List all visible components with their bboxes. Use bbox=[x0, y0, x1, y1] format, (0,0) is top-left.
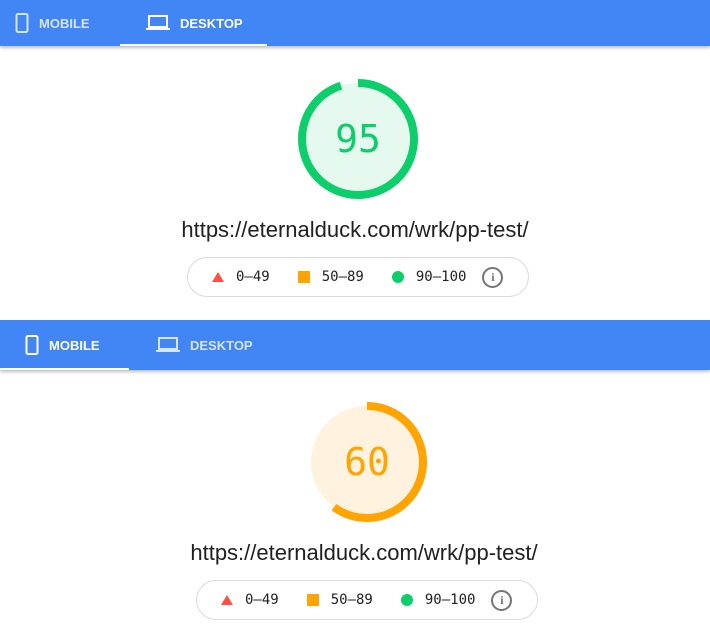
report-panel-desktop: MOBILE DESKTOP 95 https://eternalduck.co… bbox=[0, 0, 710, 320]
tab-mobile[interactable]: MOBILE bbox=[15, 0, 105, 46]
phone-icon bbox=[15, 13, 29, 33]
square-icon bbox=[306, 594, 319, 606]
legend-fail: 0–49 bbox=[221, 592, 279, 608]
legend-label: 50–89 bbox=[330, 592, 373, 608]
report-url: https://eternalduck.com/wrk/pp-test/ bbox=[181, 217, 529, 242]
legend-pass: 90–100 bbox=[400, 592, 476, 608]
circle-icon bbox=[400, 594, 413, 606]
legend-pass: 90–100 bbox=[391, 269, 467, 285]
score-legend: 0–49 50–89 90–100 i bbox=[187, 257, 529, 297]
phone-icon bbox=[25, 335, 39, 355]
score-legend: 0–49 50–89 90–100 i bbox=[196, 580, 538, 620]
tab-label: DESKTOP bbox=[180, 15, 243, 31]
score-gauge: 60 bbox=[305, 400, 429, 524]
tab-label: DESKTOP bbox=[190, 337, 253, 353]
legend-fail: 0–49 bbox=[212, 269, 270, 285]
device-tabs: MOBILE DESKTOP bbox=[0, 0, 710, 46]
report-url: https://eternalduck.com/wrk/pp-test/ bbox=[190, 540, 538, 565]
legend-label: 50–89 bbox=[321, 269, 364, 285]
square-icon bbox=[297, 271, 310, 283]
score-value: 95 bbox=[335, 117, 381, 161]
tab-desktop[interactable]: DESKTOP bbox=[156, 320, 266, 370]
legend-average: 50–89 bbox=[306, 592, 373, 608]
info-icon[interactable]: i bbox=[491, 589, 513, 611]
circle-icon bbox=[391, 271, 404, 283]
tab-label: MOBILE bbox=[49, 337, 100, 353]
report-panel-mobile: MOBILE DESKTOP 60 https://eternalduck.co… bbox=[0, 320, 710, 641]
triangle-icon bbox=[212, 272, 224, 282]
legend-label: 90–100 bbox=[424, 592, 476, 608]
legend-label: 0–49 bbox=[245, 592, 279, 608]
tab-desktop[interactable]: DESKTOP bbox=[120, 0, 267, 46]
tab-label: MOBILE bbox=[39, 15, 90, 31]
device-tabs: MOBILE DESKTOP bbox=[0, 320, 710, 370]
score-value: 60 bbox=[344, 440, 390, 484]
triangle-icon bbox=[221, 595, 233, 605]
legend-average: 50–89 bbox=[297, 269, 364, 285]
info-icon[interactable]: i bbox=[482, 266, 504, 288]
laptop-icon bbox=[156, 337, 180, 352]
legend-label: 0–49 bbox=[236, 269, 270, 285]
score-gauge: 95 bbox=[296, 77, 420, 201]
tab-mobile[interactable]: MOBILE bbox=[0, 320, 129, 370]
legend-label: 90–100 bbox=[415, 269, 467, 285]
laptop-icon bbox=[146, 15, 170, 30]
